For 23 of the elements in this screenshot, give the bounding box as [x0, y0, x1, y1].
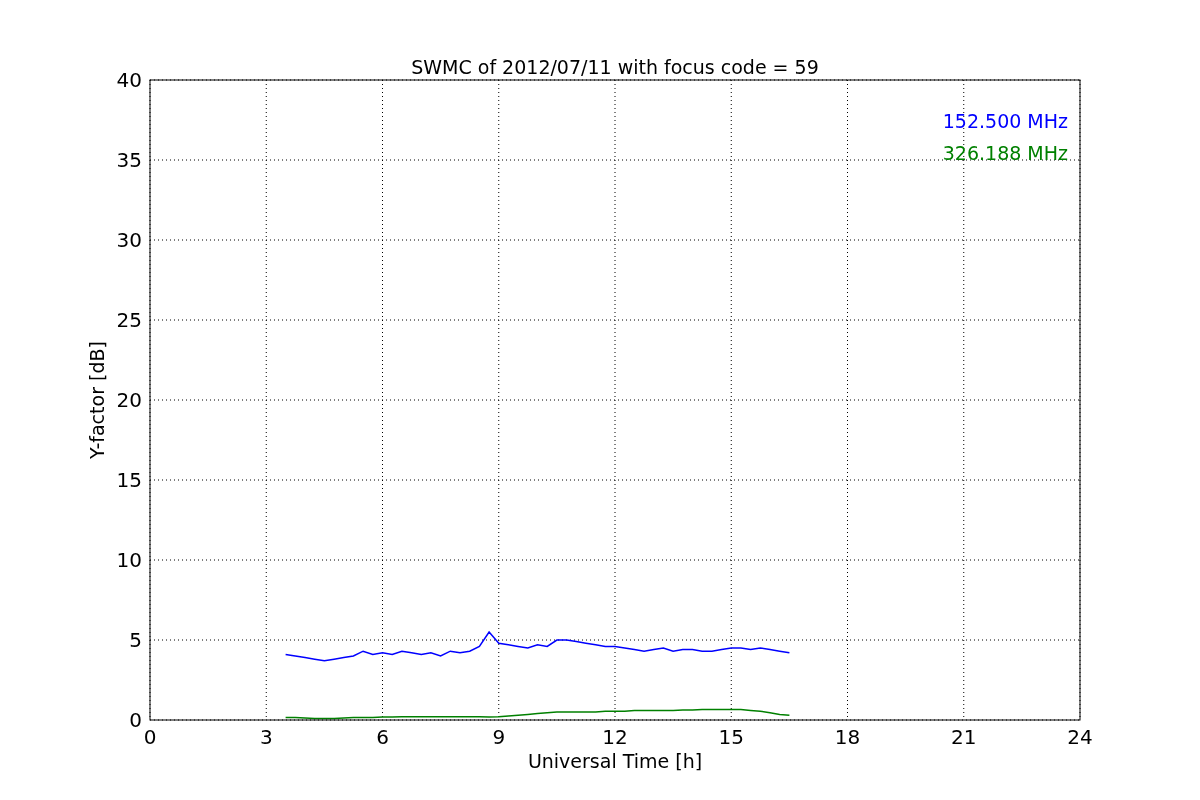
y-tick-label: 10 [116, 548, 142, 572]
legend-label: 326.188 MHz [942, 142, 1068, 164]
y-tick-label: 30 [116, 228, 142, 252]
y-tick-label: 20 [116, 388, 142, 412]
y-tick-label: 15 [116, 468, 142, 492]
y-tick-label: 40 [116, 68, 142, 92]
y-axis-label: Y-factor [dB] [86, 341, 108, 459]
x-tick-label: 21 [951, 725, 977, 749]
x-tick-label: 0 [143, 725, 157, 749]
chart-title: SWMC of 2012/07/11 with focus code = 59 [411, 56, 819, 78]
y-tick-label: 25 [116, 308, 142, 332]
x-tick-label: 12 [602, 725, 628, 749]
x-tick-label: 9 [492, 725, 506, 749]
x-tick-label: 18 [834, 725, 861, 749]
y-tick-label: 0 [129, 708, 142, 732]
x-tick-label: 24 [1067, 725, 1093, 749]
legend-label: 152.500 MHz [942, 110, 1068, 132]
x-tick-label: 3 [259, 725, 273, 749]
y-tick-label: 5 [129, 628, 142, 652]
x-tick-label: 15 [718, 725, 744, 749]
x-tick-label: 6 [376, 725, 389, 749]
x-axis-label: Universal Time [h] [527, 750, 703, 772]
y-tick-label: 35 [116, 148, 142, 172]
